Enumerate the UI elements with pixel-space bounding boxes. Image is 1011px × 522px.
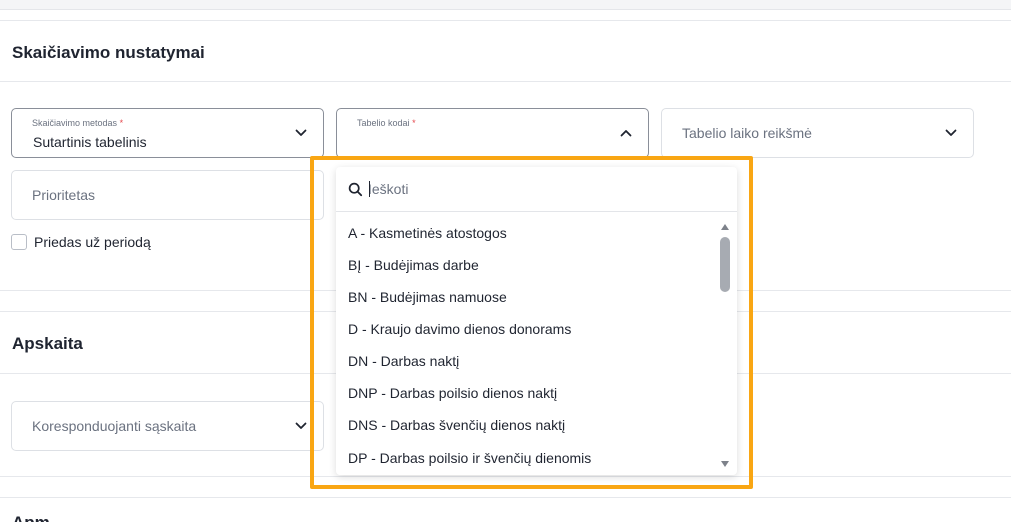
section-title-accounting: Apskaita (12, 334, 83, 353)
divider (0, 20, 1011, 21)
top-strip (0, 0, 1011, 10)
period-bonus-label: Priedas už periodą (34, 234, 151, 250)
highlight-box (310, 156, 753, 489)
timesheet-time-value-placeholder: Tabelio laiko reikšmė (682, 125, 812, 141)
chevron-up-icon (620, 130, 632, 137)
timesheet-time-value-select[interactable]: Tabelio laiko reikšmė (661, 108, 974, 158)
chevron-down-icon (945, 129, 957, 136)
chevron-down-icon (295, 422, 307, 429)
divider (0, 497, 1011, 498)
period-bonus-checkbox[interactable] (11, 234, 27, 250)
calculation-method-value: Sutartinis tabelinis (33, 134, 147, 150)
section-title-next: Apm (12, 513, 50, 522)
chevron-down-icon (295, 129, 307, 136)
timesheet-codes-select[interactable]: Tabelio kodai * (336, 108, 649, 158)
calculation-method-select[interactable]: Skaičiavimo metodas * Sutartinis tabelin… (11, 108, 324, 158)
priority-input[interactable]: Prioritetas (11, 170, 324, 220)
timesheet-codes-label: Tabelio kodai * (357, 118, 416, 128)
corresponding-account-placeholder: Koresponduojanti sąskaita (32, 418, 197, 434)
priority-placeholder: Prioritetas (32, 187, 96, 203)
calculation-method-label: Skaičiavimo metodas * (32, 118, 124, 128)
corresponding-account-select[interactable]: Koresponduojanti sąskaita (11, 401, 324, 451)
divider (0, 81, 1011, 82)
section-title-calculation: Skaičiavimo nustatymai (12, 43, 205, 62)
